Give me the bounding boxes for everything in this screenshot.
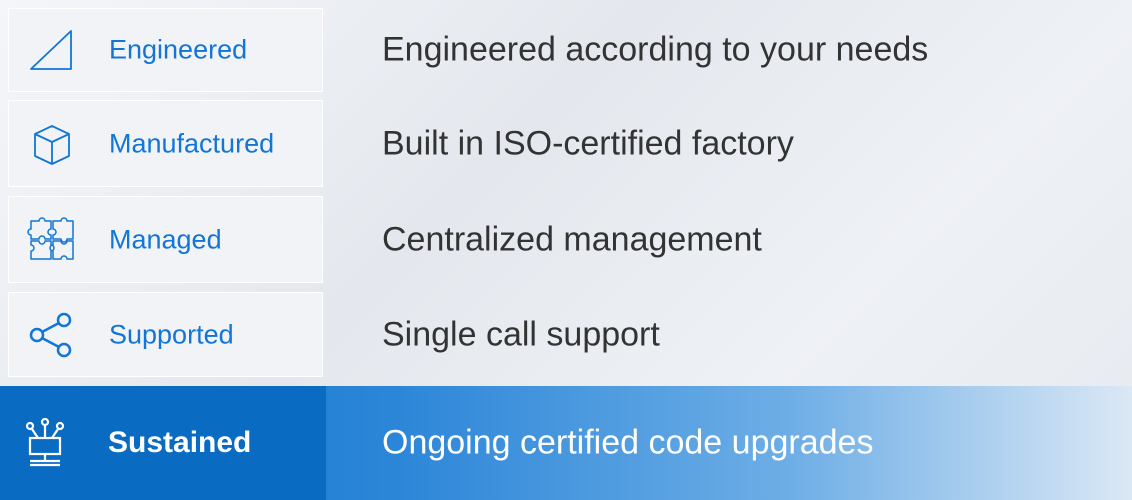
feature-description: Engineered according to your needs bbox=[382, 30, 929, 69]
share-icon bbox=[27, 310, 77, 360]
feature-tile-supported[interactable]: Supported bbox=[8, 292, 323, 377]
feature-label: Manufactured bbox=[109, 128, 275, 158]
feature-tile-manufactured[interactable]: Manufactured bbox=[8, 100, 323, 187]
puzzle-icon bbox=[27, 215, 77, 265]
feature-label: Engineered bbox=[109, 34, 248, 65]
feature-tile-engineered[interactable]: Engineered bbox=[8, 8, 323, 92]
feature-row-engineered: Engineered Engineered according to your … bbox=[0, 8, 1132, 92]
feature-description: Built in ISO-certified factory bbox=[382, 124, 794, 162]
feature-tile-sustained[interactable]: Sustained bbox=[0, 386, 326, 500]
network-monitor-icon bbox=[20, 417, 70, 468]
feature-label: Sustained bbox=[108, 426, 252, 459]
feature-description: Centralized management bbox=[382, 220, 762, 258]
feature-label: Managed bbox=[109, 224, 222, 254]
feature-row-supported: Supported Single call support bbox=[0, 292, 1132, 377]
feature-tile-managed[interactable]: Managed bbox=[8, 196, 323, 283]
feature-row-manufactured: Manufactured Built in ISO-certified fact… bbox=[0, 100, 1132, 187]
feature-description: Ongoing certified code upgrades bbox=[382, 423, 874, 462]
feature-row-managed: Managed Centralized management bbox=[0, 196, 1132, 283]
feature-description: Single call support bbox=[382, 315, 660, 353]
box-icon bbox=[27, 119, 77, 169]
feature-row-sustained: Sustained Ongoing certified code upgrade… bbox=[0, 386, 1132, 500]
triangle-icon bbox=[27, 25, 77, 75]
feature-label: Supported bbox=[109, 319, 234, 349]
